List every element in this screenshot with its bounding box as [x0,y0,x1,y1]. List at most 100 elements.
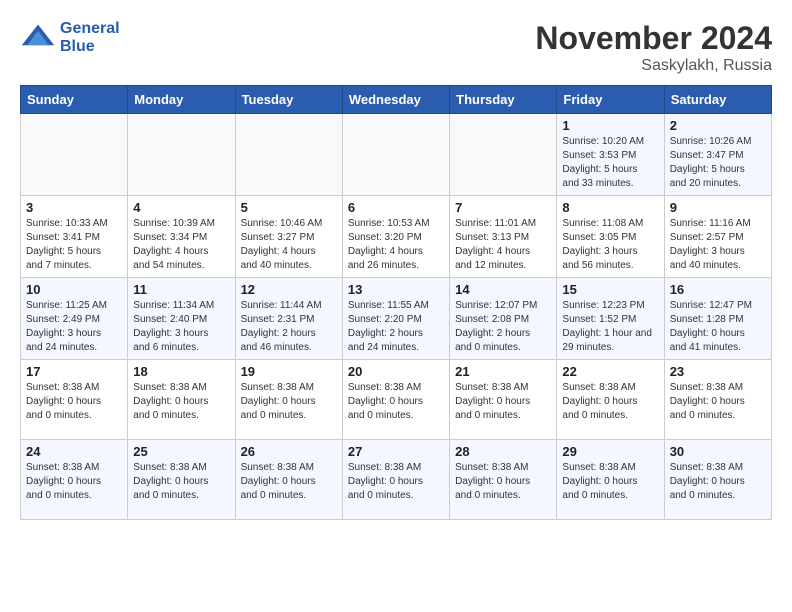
calendar-cell: 24 Sunset: 8:38 AM Daylight: 0 hours and … [21,440,128,520]
logo: General Blue [20,20,120,56]
calendar-cell [21,114,128,196]
weekday-header-row: SundayMondayTuesdayWednesdayThursdayFrid… [21,86,772,114]
day-number: 11 [133,282,229,297]
day-info: Sunset: 8:38 AM Daylight: 0 hours and 0 … [26,381,122,423]
day-info: Sunset: 8:38 AM Daylight: 0 hours and 0 … [241,461,337,503]
weekday-header-cell: Wednesday [342,86,449,114]
logo-icon [20,20,56,56]
calendar-cell: 25 Sunset: 8:38 AM Daylight: 0 hours and … [128,440,235,520]
day-number: 9 [670,200,766,215]
calendar-cell [450,114,557,196]
day-info: Sunrise: 11:34 AM Sunset: 2:40 PM Daylig… [133,299,229,355]
weekday-header-cell: Sunday [21,86,128,114]
calendar-cell: 22 Sunset: 8:38 AM Daylight: 0 hours and … [557,360,664,440]
day-info: Sunset: 8:38 AM Daylight: 0 hours and 0 … [670,381,766,423]
day-number: 8 [562,200,658,215]
day-number: 20 [348,364,444,379]
day-info: Sunrise: 12:23 PM Sunset: 1:52 PM Daylig… [562,299,658,355]
calendar-cell: 7 Sunrise: 11:01 AM Sunset: 3:13 PM Dayli… [450,196,557,278]
day-number: 2 [670,118,766,133]
day-number: 26 [241,444,337,459]
day-info: Sunrise: 11:25 AM Sunset: 2:49 PM Daylig… [26,299,122,355]
day-info: Sunrise: 12:47 PM Sunset: 1:28 PM Daylig… [670,299,766,355]
calendar-cell: 6Sunrise: 10:53 AM Sunset: 3:20 PM Dayli… [342,196,449,278]
calendar-week-row: 17 Sunset: 8:38 AM Daylight: 0 hours and … [21,360,772,440]
month-title: November 2024 [535,20,772,57]
calendar-cell: 13 Sunrise: 11:55 AM Sunset: 2:20 PM Dayl… [342,278,449,360]
day-info: Sunrise: 11:16 AM Sunset: 2:57 PM Daylig… [670,217,766,273]
calendar-cell: 14 Sunrise: 12:07 PM Sunset: 2:08 PM Dayl… [450,278,557,360]
weekday-header-cell: Friday [557,86,664,114]
day-number: 4 [133,200,229,215]
day-info: Sunrise: 11:44 AM Sunset: 2:31 PM Daylig… [241,299,337,355]
day-number: 22 [562,364,658,379]
day-number: 21 [455,364,551,379]
day-info: Sunrise: 12:07 PM Sunset: 2:08 PM Daylig… [455,299,551,355]
day-info: Sunset: 8:38 AM Daylight: 0 hours and 0 … [562,381,658,423]
calendar-cell [128,114,235,196]
page-header: General Blue November 2024 Saskylakh, Ru… [20,20,772,75]
calendar-cell: 17 Sunset: 8:38 AM Daylight: 0 hours and … [21,360,128,440]
calendar-table: SundayMondayTuesdayWednesdayThursdayFrid… [20,85,772,520]
calendar-cell: 8Sunrise: 11:08 AM Sunset: 3:05 PM Dayli… [557,196,664,278]
calendar-week-row: 24 Sunset: 8:38 AM Daylight: 0 hours and … [21,440,772,520]
day-info: Sunset: 8:38 AM Daylight: 0 hours and 0 … [455,381,551,423]
day-info: Sunrise: 10:39 AM Sunset: 3:34 PM Daylig… [133,217,229,273]
day-number: 13 [348,282,444,297]
calendar-cell: 29 Sunset: 8:38 AM Daylight: 0 hours and … [557,440,664,520]
logo-line1: General [60,20,120,38]
calendar-cell: 9 Sunrise: 11:16 AM Sunset: 2:57 PM Dayli… [664,196,771,278]
day-info: Sunset: 8:38 AM Daylight: 0 hours and 0 … [133,381,229,423]
day-number: 14 [455,282,551,297]
day-info: Sunrise: 11:01 AM Sunset: 3:13 PM Daylig… [455,217,551,273]
calendar-cell: 11 Sunrise: 11:34 AM Sunset: 2:40 PM Dayl… [128,278,235,360]
day-info: Sunrise: 10:46 AM Sunset: 3:27 PM Daylig… [241,217,337,273]
day-number: 15 [562,282,658,297]
day-info: Sunset: 8:38 AM Daylight: 0 hours and 0 … [26,461,122,503]
day-number: 5 [241,200,337,215]
day-info: Sunset: 8:38 AM Daylight: 0 hours and 0 … [670,461,766,503]
calendar-cell: 27Sunset: 8:38 AM Daylight: 0 hours and … [342,440,449,520]
logo-line2: Blue [60,38,120,56]
calendar-cell: 30 Sunset: 8:38 AM Daylight: 0 hours and … [664,440,771,520]
day-number: 29 [562,444,658,459]
day-info: Sunset: 8:38 AM Daylight: 0 hours and 0 … [455,461,551,503]
day-info: Sunset: 8:38 AM Daylight: 0 hours and 0 … [348,381,444,423]
calendar-cell: 16Sunrise: 12:47 PM Sunset: 1:28 PM Dayl… [664,278,771,360]
day-number: 7 [455,200,551,215]
calendar-body: 1Sunrise: 10:20 AM Sunset: 3:53 PM Dayli… [21,114,772,520]
day-number: 17 [26,364,122,379]
day-info: Sunset: 8:38 AM Daylight: 0 hours and 0 … [133,461,229,503]
calendar-cell: 19Sunset: 8:38 AM Daylight: 0 hours and … [235,360,342,440]
weekday-header-cell: Thursday [450,86,557,114]
day-number: 19 [241,364,337,379]
day-number: 18 [133,364,229,379]
day-number: 3 [26,200,122,215]
title-area: November 2024 Saskylakh, Russia [535,20,772,75]
day-number: 24 [26,444,122,459]
weekday-header-cell: Saturday [664,86,771,114]
day-number: 25 [133,444,229,459]
location-title: Saskylakh, Russia [535,57,772,75]
calendar-cell [342,114,449,196]
calendar-cell: 2 Sunrise: 10:26 AM Sunset: 3:47 PM Dayli… [664,114,771,196]
calendar-cell [235,114,342,196]
day-number: 23 [670,364,766,379]
day-info: Sunrise: 10:26 AM Sunset: 3:47 PM Daylig… [670,135,766,191]
day-number: 30 [670,444,766,459]
day-info: Sunset: 8:38 AM Daylight: 0 hours and 0 … [562,461,658,503]
weekday-header-cell: Monday [128,86,235,114]
calendar-cell: 12 Sunrise: 11:44 AM Sunset: 2:31 PM Dayl… [235,278,342,360]
day-info: Sunrise: 10:33 AM Sunset: 3:41 PM Daylig… [26,217,122,273]
calendar-cell: 23 Sunset: 8:38 AM Daylight: 0 hours and … [664,360,771,440]
day-number: 12 [241,282,337,297]
calendar-cell: 15 Sunrise: 12:23 PM Sunset: 1:52 PM Dayl… [557,278,664,360]
day-info: Sunset: 8:38 AM Daylight: 0 hours and 0 … [348,461,444,503]
calendar-week-row: 1Sunrise: 10:20 AM Sunset: 3:53 PM Dayli… [21,114,772,196]
calendar-cell: 4 Sunrise: 10:39 AM Sunset: 3:34 PM Dayli… [128,196,235,278]
calendar-cell: 10Sunrise: 11:25 AM Sunset: 2:49 PM Dayl… [21,278,128,360]
day-info: Sunrise: 11:55 AM Sunset: 2:20 PM Daylig… [348,299,444,355]
day-info: Sunrise: 10:53 AM Sunset: 3:20 PM Daylig… [348,217,444,273]
day-number: 28 [455,444,551,459]
calendar-cell: 3 Sunrise: 10:33 AM Sunset: 3:41 PM Dayli… [21,196,128,278]
